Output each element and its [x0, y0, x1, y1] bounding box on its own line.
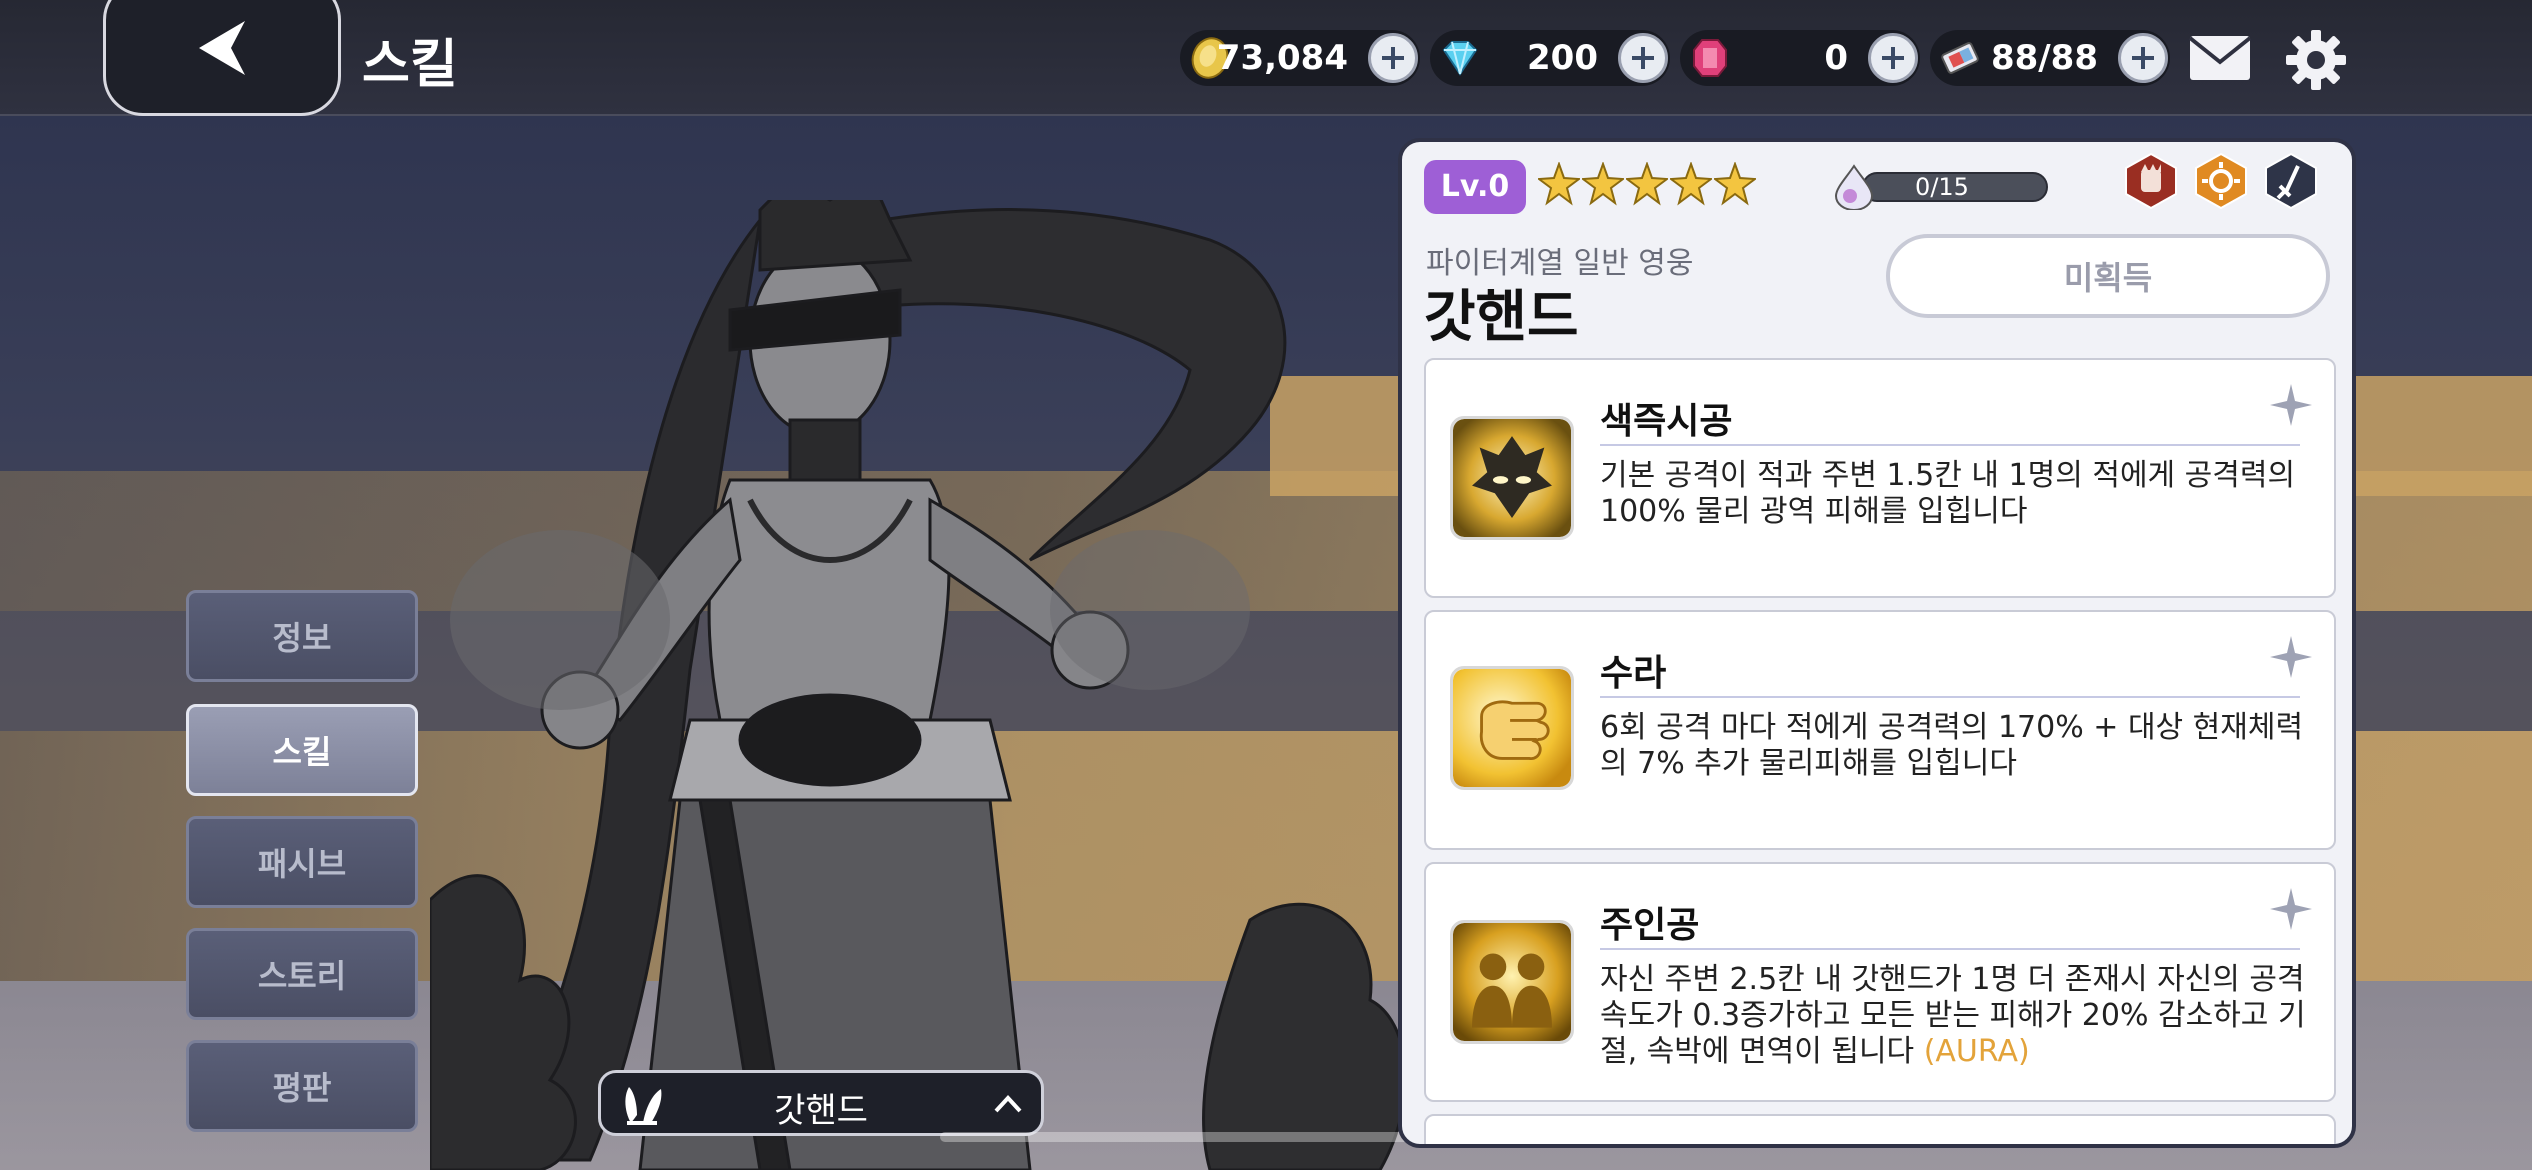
page-title: 스킬 [362, 35, 458, 95]
currency-ticket: 88/88 [1930, 30, 2170, 86]
fighter-class-icon[interactable] [2122, 152, 2180, 210]
skill-divider [1600, 696, 2300, 698]
sparkle-icon [2270, 384, 2312, 426]
currency-ruby: 0 [1680, 30, 1920, 86]
back-arrow-icon [199, 21, 245, 75]
add-gold-button[interactable] [1368, 33, 1418, 83]
skill-card-partial[interactable] [1424, 1114, 2336, 1144]
ruby-gem-icon [1693, 39, 1727, 77]
skill-divider [1600, 444, 2300, 446]
settings-gear-icon[interactable] [2284, 28, 2348, 92]
unacquired-status-button[interactable]: 미획득 [1886, 234, 2330, 318]
sparkle-icon [2270, 888, 2312, 930]
exp-text: 0/15 [1915, 173, 1969, 201]
level-badge: Lv.0 [1424, 160, 1526, 214]
currency-diamond: 200 [1430, 30, 1670, 86]
tab-passive[interactable]: 패시브 [186, 816, 418, 908]
skill-description: 6회 공격 마다 적에게 공격력의 170% + 대상 현재체력의 7% 추가 … [1600, 710, 2304, 781]
skill-card[interactable]: 색즉시공 기본 공격이 적과 주변 1.5칸 내 1명의 적에게 공격력의 10… [1424, 358, 2336, 598]
aura-tag: (AURA) [1923, 1034, 2030, 1069]
mail-icon[interactable] [2188, 34, 2252, 82]
ticket-icon [1941, 42, 1979, 74]
skill-panel: Lv.0 0/15 파이터계열 일반 영웅 갓핸드 미획득 색즉시공 기본 공격… [1398, 138, 2356, 1148]
sparkle-icon [2270, 636, 2312, 678]
gold-amount: 73,084 [1216, 38, 1348, 78]
tab-story[interactable]: 스토리 [186, 928, 418, 1020]
hero-selector[interactable]: 갓핸드 [598, 1070, 1044, 1136]
skill-description: 자신 주변 2.5칸 내 갓핸드가 1명 더 존재시 자신의 공격속도가 0.3… [1600, 962, 2320, 1070]
skill-protagonist-icon [1450, 920, 1574, 1044]
tab-skill[interactable]: 스킬 [186, 704, 418, 796]
skill-fist-icon [1450, 666, 1574, 790]
skill-card[interactable]: 주인공 자신 주변 2.5칸 내 갓핸드가 1명 더 존재시 자신의 공격속도가… [1424, 862, 2336, 1102]
currency-gold: 73,084 [1180, 30, 1420, 86]
skill-title: 주인공 [1600, 905, 1700, 946]
ticket-amount: 88/88 [1990, 38, 2098, 78]
skill-title: 수라 [1600, 653, 1667, 694]
diamond-amount: 200 [1527, 38, 1598, 78]
star-icon [1714, 162, 1756, 206]
ruby-amount: 0 [1824, 38, 1848, 78]
star-rating [1538, 162, 1756, 206]
chevron-up-icon [994, 1095, 1022, 1113]
hero-selector-name: 갓핸드 [774, 1091, 868, 1131]
star-icon [1670, 162, 1712, 206]
tab-info[interactable]: 정보 [186, 590, 418, 682]
star-icon [1626, 162, 1668, 206]
hero-name: 갓핸드 [1424, 285, 1579, 350]
hero-illustration [430, 200, 1407, 1170]
skill-emptiness-icon [1450, 416, 1574, 540]
diamond-icon [1442, 41, 1478, 76]
skill-card[interactable]: 수라 6회 공격 마다 적에게 공격력의 170% + 대상 현재체력의 7% … [1424, 610, 2336, 850]
skill-divider [1600, 948, 2300, 950]
sun-element-icon[interactable] [2192, 152, 2250, 210]
skill-title: 색즉시공 [1600, 401, 1733, 442]
add-ruby-button[interactable] [1868, 33, 1918, 83]
star-icon [1538, 162, 1580, 206]
add-ticket-button[interactable] [2118, 33, 2168, 83]
add-diamond-button[interactable] [1618, 33, 1668, 83]
star-icon [1582, 162, 1624, 206]
top-bar: 스킬 73,084 200 0 88/88 [0, 0, 2532, 116]
melee-sword-icon[interactable] [2262, 152, 2320, 210]
skill-description: 기본 공격이 적과 주변 1.5칸 내 1명의 적에게 공격력의 100% 물리… [1600, 458, 2296, 529]
tab-reputation[interactable]: 평판 [186, 1040, 418, 1132]
back-button[interactable] [103, 0, 341, 116]
soul-exp-gauge: 0/15 [1832, 162, 2052, 212]
